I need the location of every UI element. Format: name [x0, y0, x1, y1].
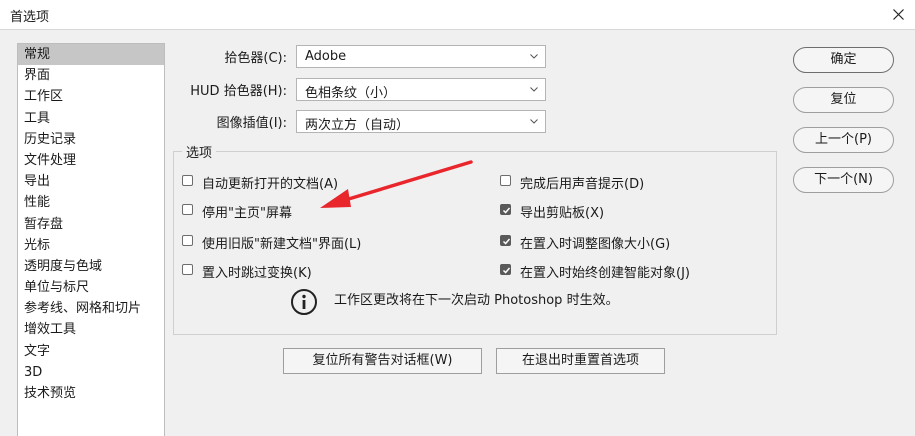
color-picker-select[interactable]: Adobe — [296, 45, 546, 68]
checkmark-icon — [502, 267, 511, 274]
color-picker-label: 拾色器(C): — [224, 51, 287, 66]
chevron-down-icon — [530, 54, 538, 59]
checkbox-label: 置入时跳过变换(K) — [202, 266, 312, 281]
reset-prefs-on-quit-button[interactable]: 在退出时重置首选项 — [496, 348, 665, 374]
sidebar-item-3d[interactable]: 3D — [18, 362, 164, 383]
sidebar-item-performance[interactable]: 性能 — [18, 192, 164, 213]
interpolation-select[interactable]: 两次立方（自动） — [296, 110, 546, 133]
sidebar-item-plugins[interactable]: 增效工具 — [18, 319, 164, 340]
checkmark-icon — [502, 207, 511, 214]
next-button[interactable]: 下一个(N) — [793, 167, 894, 193]
title-bar: 首选项 — [0, 0, 915, 30]
hud-color-picker-select[interactable]: 色相条纹（小） — [296, 78, 546, 101]
interpolation-value: 两次立方（自动） — [305, 118, 410, 133]
checkbox-box — [500, 264, 511, 275]
checkbox-box — [500, 235, 511, 246]
color-picker-value: Adobe — [305, 49, 347, 64]
sidebar-item-file-handling[interactable]: 文件处理 — [18, 150, 164, 171]
checkbox-box — [182, 264, 193, 275]
reset-button[interactable]: 复位 — [793, 87, 894, 113]
sidebar-item-type[interactable]: 文字 — [18, 341, 164, 362]
sidebar-item-history[interactable]: 历史记录 — [18, 129, 164, 150]
reset-warnings-button[interactable]: 复位所有警告对话框(W) — [283, 348, 482, 374]
sidebar-item-transparency[interactable]: 透明度与色域 — [18, 256, 164, 277]
window-title: 首选项 — [10, 10, 50, 25]
prev-button[interactable]: 上一个(P) — [793, 127, 894, 153]
annotation-arrow — [320, 160, 473, 208]
close-button[interactable] — [881, 0, 915, 29]
checkbox-box — [500, 204, 511, 215]
checkmark-icon — [502, 238, 511, 245]
checkbox-label: 在置入时始终创建智能对象(J) — [520, 266, 690, 281]
ok-button[interactable]: 确定 — [793, 47, 894, 73]
sidebar-item-units-rulers[interactable]: 单位与标尺 — [18, 277, 164, 298]
checkbox-box — [182, 175, 193, 186]
sidebar-item-tech-preview[interactable]: 技术预览 — [18, 383, 164, 404]
checkbox-box — [182, 204, 193, 215]
checkbox-box — [182, 235, 193, 246]
checkbox-label: 完成后用声音提示(D) — [520, 177, 645, 192]
close-icon — [893, 9, 904, 20]
chevron-down-icon — [530, 87, 538, 92]
info-icon — [291, 289, 317, 315]
category-list: 常规 界面 工作区 工具 历史记录 文件处理 导出 性能 暂存盘 光标 透明度与… — [17, 43, 165, 436]
checkbox-label: 使用旧版"新建文档"界面(L) — [202, 237, 362, 252]
checkbox-label: 停用"主页"屏幕 — [202, 206, 292, 221]
options-group-title: 选项 — [182, 142, 217, 161]
sidebar-item-guides-grid[interactable]: 参考线、网格和切片 — [18, 298, 164, 319]
chevron-down-icon — [530, 119, 538, 124]
hud-color-picker-label: HUD 拾色器(H): — [190, 84, 287, 99]
checkbox-label: 在置入时调整图像大小(G) — [520, 237, 671, 252]
checkbox-box — [500, 175, 511, 186]
sidebar-item-cursors[interactable]: 光标 — [18, 235, 164, 256]
restart-notice: 工作区更改将在下一次启动 Photoshop 时生效。 — [334, 293, 619, 308]
interpolation-label: 图像插值(I): — [216, 116, 287, 131]
sidebar-item-export[interactable]: 导出 — [18, 171, 164, 192]
checkbox-label: 导出剪贴板(X) — [520, 206, 605, 221]
hud-color-picker-value: 色相条纹（小） — [305, 86, 397, 101]
sidebar-item-scratch-disks[interactable]: 暂存盘 — [18, 214, 164, 235]
